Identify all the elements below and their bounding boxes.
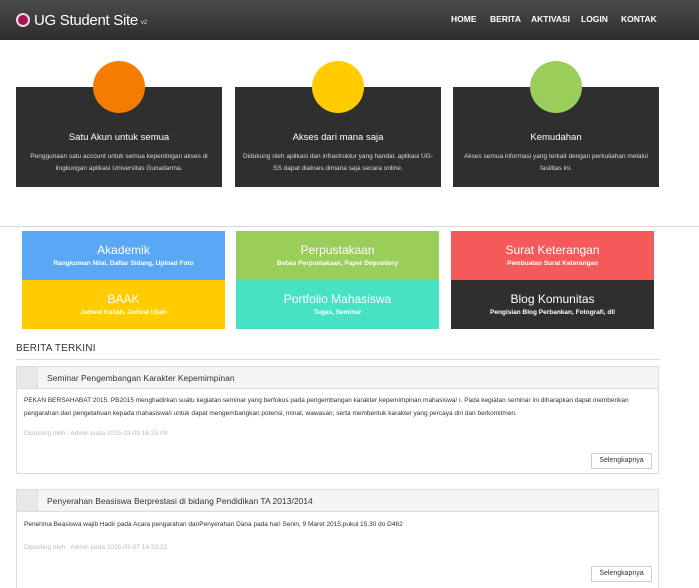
news-card: Seminar Pengembangan Karakter Kepemimpin… bbox=[16, 366, 659, 474]
news-card-header: Seminar Pengembangan Karakter Kepemimpin… bbox=[17, 367, 658, 389]
news-card-meta: Diposting oleh : Admin pada 2015-03-07 1… bbox=[24, 544, 168, 551]
tile-subtitle: Pembuatan Surat Keterangan bbox=[506, 260, 599, 267]
tile-title: Surat Keterangan bbox=[505, 243, 600, 257]
read-more-button[interactable]: Selengkapnya bbox=[591, 453, 652, 469]
news-card-body: Penerima Beasiswa wajib Hadir pada Acara… bbox=[24, 521, 403, 528]
news-card-header: Penyerahan Beasiswa Berprestasi di bidan… bbox=[17, 490, 658, 512]
news-card-title[interactable]: Penyerahan Beasiswa Berprestasi di bidan… bbox=[47, 496, 313, 506]
feature-description: Akses semua informasi yang terkait denga… bbox=[464, 153, 648, 172]
university-logo-icon bbox=[16, 13, 30, 27]
news-heading-rule bbox=[16, 359, 660, 360]
feature-circle-green-icon bbox=[530, 61, 582, 113]
tile-title: Perpustakaan bbox=[300, 243, 375, 257]
tile-title: Blog Komunitas bbox=[510, 292, 595, 306]
brand-title: UG Student Site bbox=[34, 11, 138, 29]
news-card-title[interactable]: Seminar Pengembangan Karakter Kepemimpin… bbox=[47, 373, 235, 383]
news-section-heading: BERITA TERKINI bbox=[16, 343, 96, 354]
news-card: Penyerahan Beasiswa Berprestasi di bidan… bbox=[16, 489, 659, 588]
tile-subtitle: Pengisian Blog Perbankan, Fotografi, dll bbox=[490, 309, 615, 316]
tile-subtitle: Rangkuman Nilai, Daftar Sidang, Upload F… bbox=[53, 260, 194, 267]
tile-title: BAAK bbox=[107, 292, 140, 306]
tile-title: Akademik bbox=[97, 243, 150, 257]
top-navbar: UG Student Site v2 HOME BERITA AKTIVASI … bbox=[0, 0, 699, 40]
feature-title: Satu Akun untuk semua bbox=[68, 132, 170, 143]
feature-description: Penggunaan satu account untuk semua kepe… bbox=[30, 153, 208, 172]
tile-portfolio-mahasiswa[interactable]: Portfolio Mahasiswa Tugas, Seminar bbox=[236, 280, 439, 329]
tile-subtitle: Bebas Perpustakaan, Paper Depository bbox=[276, 260, 399, 267]
feature-circle-yellow-icon bbox=[312, 61, 364, 113]
nav-login[interactable]: LOGIN bbox=[581, 14, 608, 24]
tile-title: Portfolio Mahasiswa bbox=[283, 292, 392, 306]
news-card-header-tab bbox=[17, 367, 38, 388]
tile-perpustakaan[interactable]: Perpustakaan Bebas Perpustakaan, Paper D… bbox=[236, 231, 439, 280]
brand-version: v2 bbox=[140, 20, 148, 26]
read-more-button[interactable]: Selengkapnya bbox=[591, 566, 652, 582]
nav-home[interactable]: HOME bbox=[451, 14, 477, 24]
tile-akademik[interactable]: Akademik Rangkuman Nilai, Daftar Sidang,… bbox=[22, 231, 225, 280]
section-divider bbox=[0, 226, 699, 227]
tile-subtitle: Jadwal Kuliah, Jadwal Ujian bbox=[80, 309, 167, 316]
brand[interactable]: UG Student Site v2 bbox=[16, 10, 147, 30]
news-card-meta: Diposting oleh : Admin pada 2015-03-09 1… bbox=[24, 430, 168, 437]
feature-title: Kemudahan bbox=[530, 132, 582, 143]
news-card-header-tab bbox=[17, 490, 38, 511]
nav-aktivasi[interactable]: AKTIVASI bbox=[531, 14, 570, 24]
tile-baak[interactable]: BAAK Jadwal Kuliah, Jadwal Ujian bbox=[22, 280, 225, 329]
feature-title: Akses dari mana saja bbox=[292, 132, 384, 143]
tile-surat-keterangan[interactable]: Surat Keterangan Pembuatan Surat Keteran… bbox=[451, 231, 654, 280]
nav-kontak[interactable]: KONTAK bbox=[621, 14, 657, 24]
nav-berita[interactable]: BERITA bbox=[490, 14, 521, 24]
feature-circle-orange-icon bbox=[93, 61, 145, 113]
tile-subtitle: Tugas, Seminar bbox=[313, 309, 362, 316]
news-card-body: PEKAN BERSAHABAT 2015. PB2015 menghadirk… bbox=[24, 397, 629, 417]
feature-description: Didukung oleh aplikasi dan infrastruktur… bbox=[242, 153, 434, 172]
tile-blog-komunitas[interactable]: Blog Komunitas Pengisian Blog Perbankan,… bbox=[451, 280, 654, 329]
